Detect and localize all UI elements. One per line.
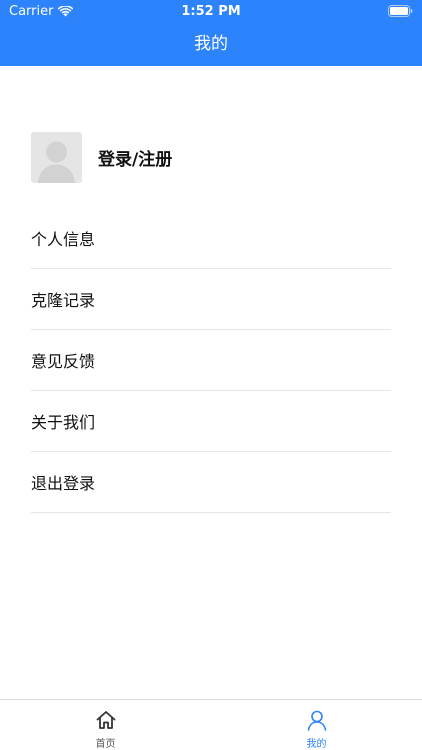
tab-bar: 首页 我的 — [0, 699, 422, 750]
status-bar: Carrier 1:52 PM — [0, 0, 422, 22]
menu-item-about-us[interactable]: 关于我们 — [31, 391, 391, 452]
profile-login-row[interactable]: 登录/注册 — [31, 131, 172, 183]
user-avatar-placeholder-icon — [31, 131, 82, 183]
tab-home[interactable]: 首页 — [0, 700, 211, 750]
tab-mine-label: 我的 — [306, 739, 327, 750]
header: Carrier 1:52 PM 我的 — [0, 0, 422, 66]
battery-icon — [388, 5, 413, 17]
tab-home-label: 首页 — [95, 739, 116, 750]
menu-item-feedback[interactable]: 意见反馈 — [31, 330, 391, 391]
page-title: 我的 — [194, 34, 228, 54]
menu-item-label: 退出登录 — [31, 474, 96, 493]
home-icon — [96, 711, 115, 729]
menu-item-personal-info[interactable]: 个人信息 — [31, 208, 391, 269]
status-time: 1:52 PM — [181, 4, 241, 19]
user-icon — [307, 710, 326, 731]
login-register-link[interactable]: 登录/注册 — [98, 145, 172, 170]
menu-item-label: 关于我们 — [31, 413, 96, 432]
menu-item-clone-history[interactable]: 克隆记录 — [31, 269, 391, 330]
app-root: Carrier 1:52 PM 我的 登录/注册 个人信息 克隆记录 意见反馈 … — [0, 0, 422, 750]
tab-mine[interactable]: 我的 — [211, 700, 422, 750]
settings-menu: 个人信息 克隆记录 意见反馈 关于我们 退出登录 — [31, 208, 391, 513]
menu-item-label: 个人信息 — [31, 230, 96, 249]
menu-item-label: 克隆记录 — [31, 291, 96, 310]
menu-item-label: 意见反馈 — [31, 352, 96, 371]
menu-item-logout[interactable]: 退出登录 — [31, 452, 391, 513]
avatar[interactable] — [31, 131, 82, 183]
